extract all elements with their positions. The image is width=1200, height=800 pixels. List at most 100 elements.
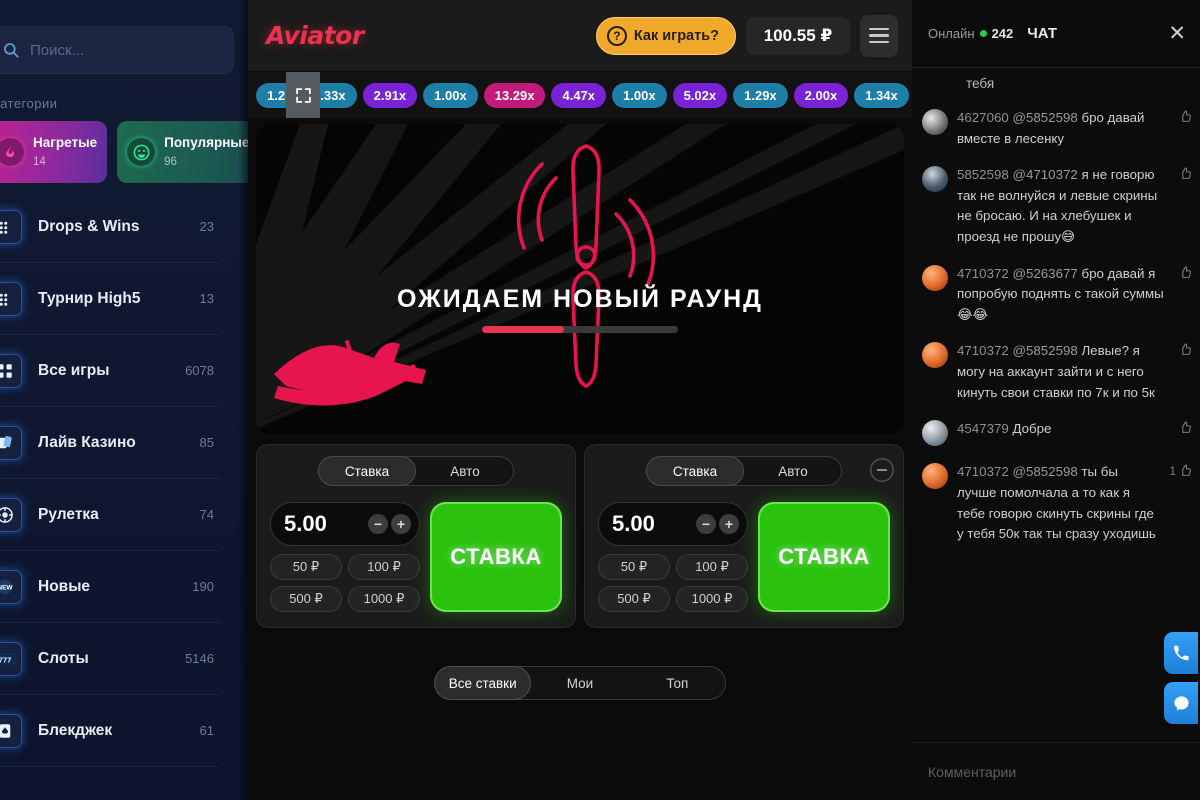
sidebar-search-wrap: Категории Нагретые 14 xyxy=(0,0,248,767)
sidebar-item-count: 13 xyxy=(199,291,214,306)
bet-mode-tab-bet-1[interactable]: Ставка xyxy=(318,456,416,486)
like-count: 1 xyxy=(1169,464,1176,479)
bet-amount-value-1: 5.00 xyxy=(284,511,327,536)
multiplier-chip[interactable]: 1.00x xyxy=(423,82,478,108)
thumbs-up-icon[interactable]: 1 xyxy=(1169,462,1192,544)
minus-circle-icon[interactable]: − xyxy=(696,514,716,534)
category-chip-hot[interactable]: Нагретые 14 xyxy=(0,121,108,183)
bet-mode-tab-auto-1[interactable]: Авто xyxy=(416,456,514,486)
game-panel: Aviator ? Как играть? 100.55 ₽ 1.2 1.33x… xyxy=(248,0,912,800)
thumbs-up-icon[interactable] xyxy=(1179,419,1192,446)
bet-mode-switch-2[interactable]: Ставка Авто xyxy=(646,456,842,486)
quick-amount-button[interactable]: 1000 ₽ xyxy=(676,586,748,612)
phone-icon[interactable] xyxy=(1164,632,1198,674)
avatar xyxy=(922,342,948,369)
chat-message-body: 4627060 @5852598 бро давай вместе в лесе… xyxy=(957,108,1170,149)
category-chip-popular-text: Популярные 96 xyxy=(164,134,248,171)
bet-amount-box-2[interactable]: 5.00 − + xyxy=(598,502,748,546)
bets-list-tabs[interactable]: Все ставки Мои Топ xyxy=(434,666,726,700)
thumbs-up-icon[interactable] xyxy=(1179,264,1192,326)
chat-title: ЧАТ xyxy=(1027,25,1058,42)
category-chip-hot-label: Нагретые xyxy=(33,134,98,150)
multiplier-chip[interactable]: 4.47x xyxy=(551,82,607,108)
chat-mention: @5263677 xyxy=(1012,265,1078,281)
chat-messages[interactable]: тебя 4627060 @5852598 бро давай вместе в… xyxy=(912,68,1200,742)
search-input[interactable] xyxy=(30,41,234,59)
thumbs-up-icon[interactable] xyxy=(1179,108,1192,149)
quick-amount-button[interactable]: 50 ₽ xyxy=(270,554,342,580)
chat-user-id: 4710372 xyxy=(957,265,1009,281)
search-box[interactable] xyxy=(0,26,234,74)
cards-icon xyxy=(0,425,22,460)
chat-panel: Онлайн 242 ЧАТ ✕ тебя 4627060 @5852598 б… xyxy=(912,0,1200,800)
question-circle-icon: ? xyxy=(606,25,627,46)
quick-amount-button[interactable]: 100 ₽ xyxy=(348,554,420,580)
category-chip-popular[interactable]: Популярные 96 xyxy=(117,121,248,183)
chat-text: Добре xyxy=(1012,421,1052,437)
dice-icon xyxy=(0,209,22,244)
sidebar-item-new[interactable]: NEW Новые 190 xyxy=(0,551,220,623)
sidebar-item-tournament-high5[interactable]: Турнир High5 13 xyxy=(0,263,220,335)
bets-list-tabs-wrap: Все ставки Мои Топ xyxy=(248,666,912,700)
avatar xyxy=(922,166,948,193)
multiplier-chip[interactable]: 2.00x xyxy=(793,82,849,108)
category-chip-hot-count: 14 xyxy=(33,156,46,168)
avatar xyxy=(922,463,948,490)
balance-display: 100.55 ₽ xyxy=(746,16,850,55)
bet-panel-2: Ставка Авто 5.00 − + 50 ₽ 100 ₽ 500 ₽ 10… xyxy=(584,444,904,628)
how-to-play-button[interactable]: ? Как играть? xyxy=(595,16,736,55)
quick-amount-button[interactable]: 500 ₽ xyxy=(598,586,670,612)
quick-amount-button[interactable]: 100 ₽ xyxy=(676,554,748,580)
bet-left-1: 5.00 − + 50 ₽ 100 ₽ 500 ₽ 1000 ₽ xyxy=(270,502,420,612)
minus-circle-icon[interactable]: − xyxy=(368,514,388,534)
sidebar-item-roulette[interactable]: Рулетка 74 xyxy=(0,479,220,551)
messenger-icon[interactable] xyxy=(1164,682,1198,724)
tab-top-bets[interactable]: Топ xyxy=(629,666,726,700)
thumbs-up-icon[interactable] xyxy=(1179,165,1192,247)
chat-message-text: 4547379 Добре xyxy=(957,421,1051,436)
chat-user-id: 4710372 xyxy=(957,464,1009,480)
plus-circle-icon[interactable]: + xyxy=(719,514,739,534)
hamburger-icon[interactable] xyxy=(860,14,898,57)
multiplier-chip[interactable]: 1.00x xyxy=(612,82,667,108)
thumbs-up-icon[interactable] xyxy=(1179,341,1192,403)
multiplier-chip[interactable]: 1.29x xyxy=(733,82,788,108)
sidebar-item-all-games[interactable]: Все игры 6078 xyxy=(0,335,220,407)
bet-amount-box-1[interactable]: 5.00 − + xyxy=(270,502,420,546)
sidebar-item-label: Блекджек xyxy=(38,721,113,739)
bet-body-2: 5.00 − + 50 ₽ 100 ₽ 500 ₽ 1000 ₽ СТАВКА xyxy=(598,502,890,612)
close-icon[interactable]: ✕ xyxy=(1168,21,1186,46)
quick-amount-button[interactable]: 1000 ₽ xyxy=(348,586,420,612)
multiplier-chip[interactable]: 13.29x xyxy=(483,82,546,108)
quick-amount-button[interactable]: 50 ₽ xyxy=(598,554,670,580)
sidebar-item-blackjack[interactable]: Блекджек 61 xyxy=(0,695,220,767)
chat-input-bar[interactable]: Комментарии xyxy=(912,742,1200,800)
sidebar-item-count: 61 xyxy=(199,723,214,738)
tab-my-bets[interactable]: Мои xyxy=(531,666,628,700)
sidebar-item-live-casino[interactable]: Лайв Казино 85 xyxy=(0,407,220,479)
multiplier-chip[interactable]: 1.34x xyxy=(854,82,909,108)
multiplier-chip[interactable]: 5.02x xyxy=(672,82,728,108)
categories-title: Категории xyxy=(0,96,58,111)
place-bet-button-1[interactable]: СТАВКА xyxy=(430,502,562,612)
sidebar-item-drops-wins[interactable]: Drops & Wins 23 xyxy=(0,191,220,263)
bet-mode-switch-1[interactable]: Ставка Авто xyxy=(318,456,514,486)
sidebar-item-label: Рулетка xyxy=(38,505,99,523)
grid-icon xyxy=(0,353,22,388)
quick-amount-button[interactable]: 500 ₽ xyxy=(270,586,342,612)
tab-all-bets[interactable]: Все ставки xyxy=(434,666,532,700)
place-bet-button-2[interactable]: СТАВКА xyxy=(758,502,890,612)
fullscreen-icon[interactable] xyxy=(286,72,320,118)
bet-mode-tab-bet-2[interactable]: Ставка xyxy=(646,456,744,486)
chat-user-id: 4710372 xyxy=(957,343,1009,359)
minus-circle-outline-icon[interactable] xyxy=(870,458,894,482)
waiting-text: ОЖИДАЕМ НОВЫЙ РАУНД xyxy=(397,285,763,314)
chat-message: 5852598 @4710372 я не говорю так не волн… xyxy=(922,158,1192,256)
bet-mode-tab-auto-2[interactable]: Авто xyxy=(744,456,842,486)
plus-circle-icon[interactable]: + xyxy=(391,514,411,534)
multiplier-chip[interactable]: 2.91x xyxy=(362,82,418,108)
sidebar-item-slots[interactable]: 777 Слоты 5146 xyxy=(0,623,220,695)
round-progress-fill xyxy=(482,326,565,334)
category-chips: Нагретые 14 Популярные 96 xyxy=(0,121,248,183)
multiplier-history-bar[interactable]: 1.2 1.33x 2.91x 1.00x 13.29x 4.47x 1.00x… xyxy=(248,72,912,118)
